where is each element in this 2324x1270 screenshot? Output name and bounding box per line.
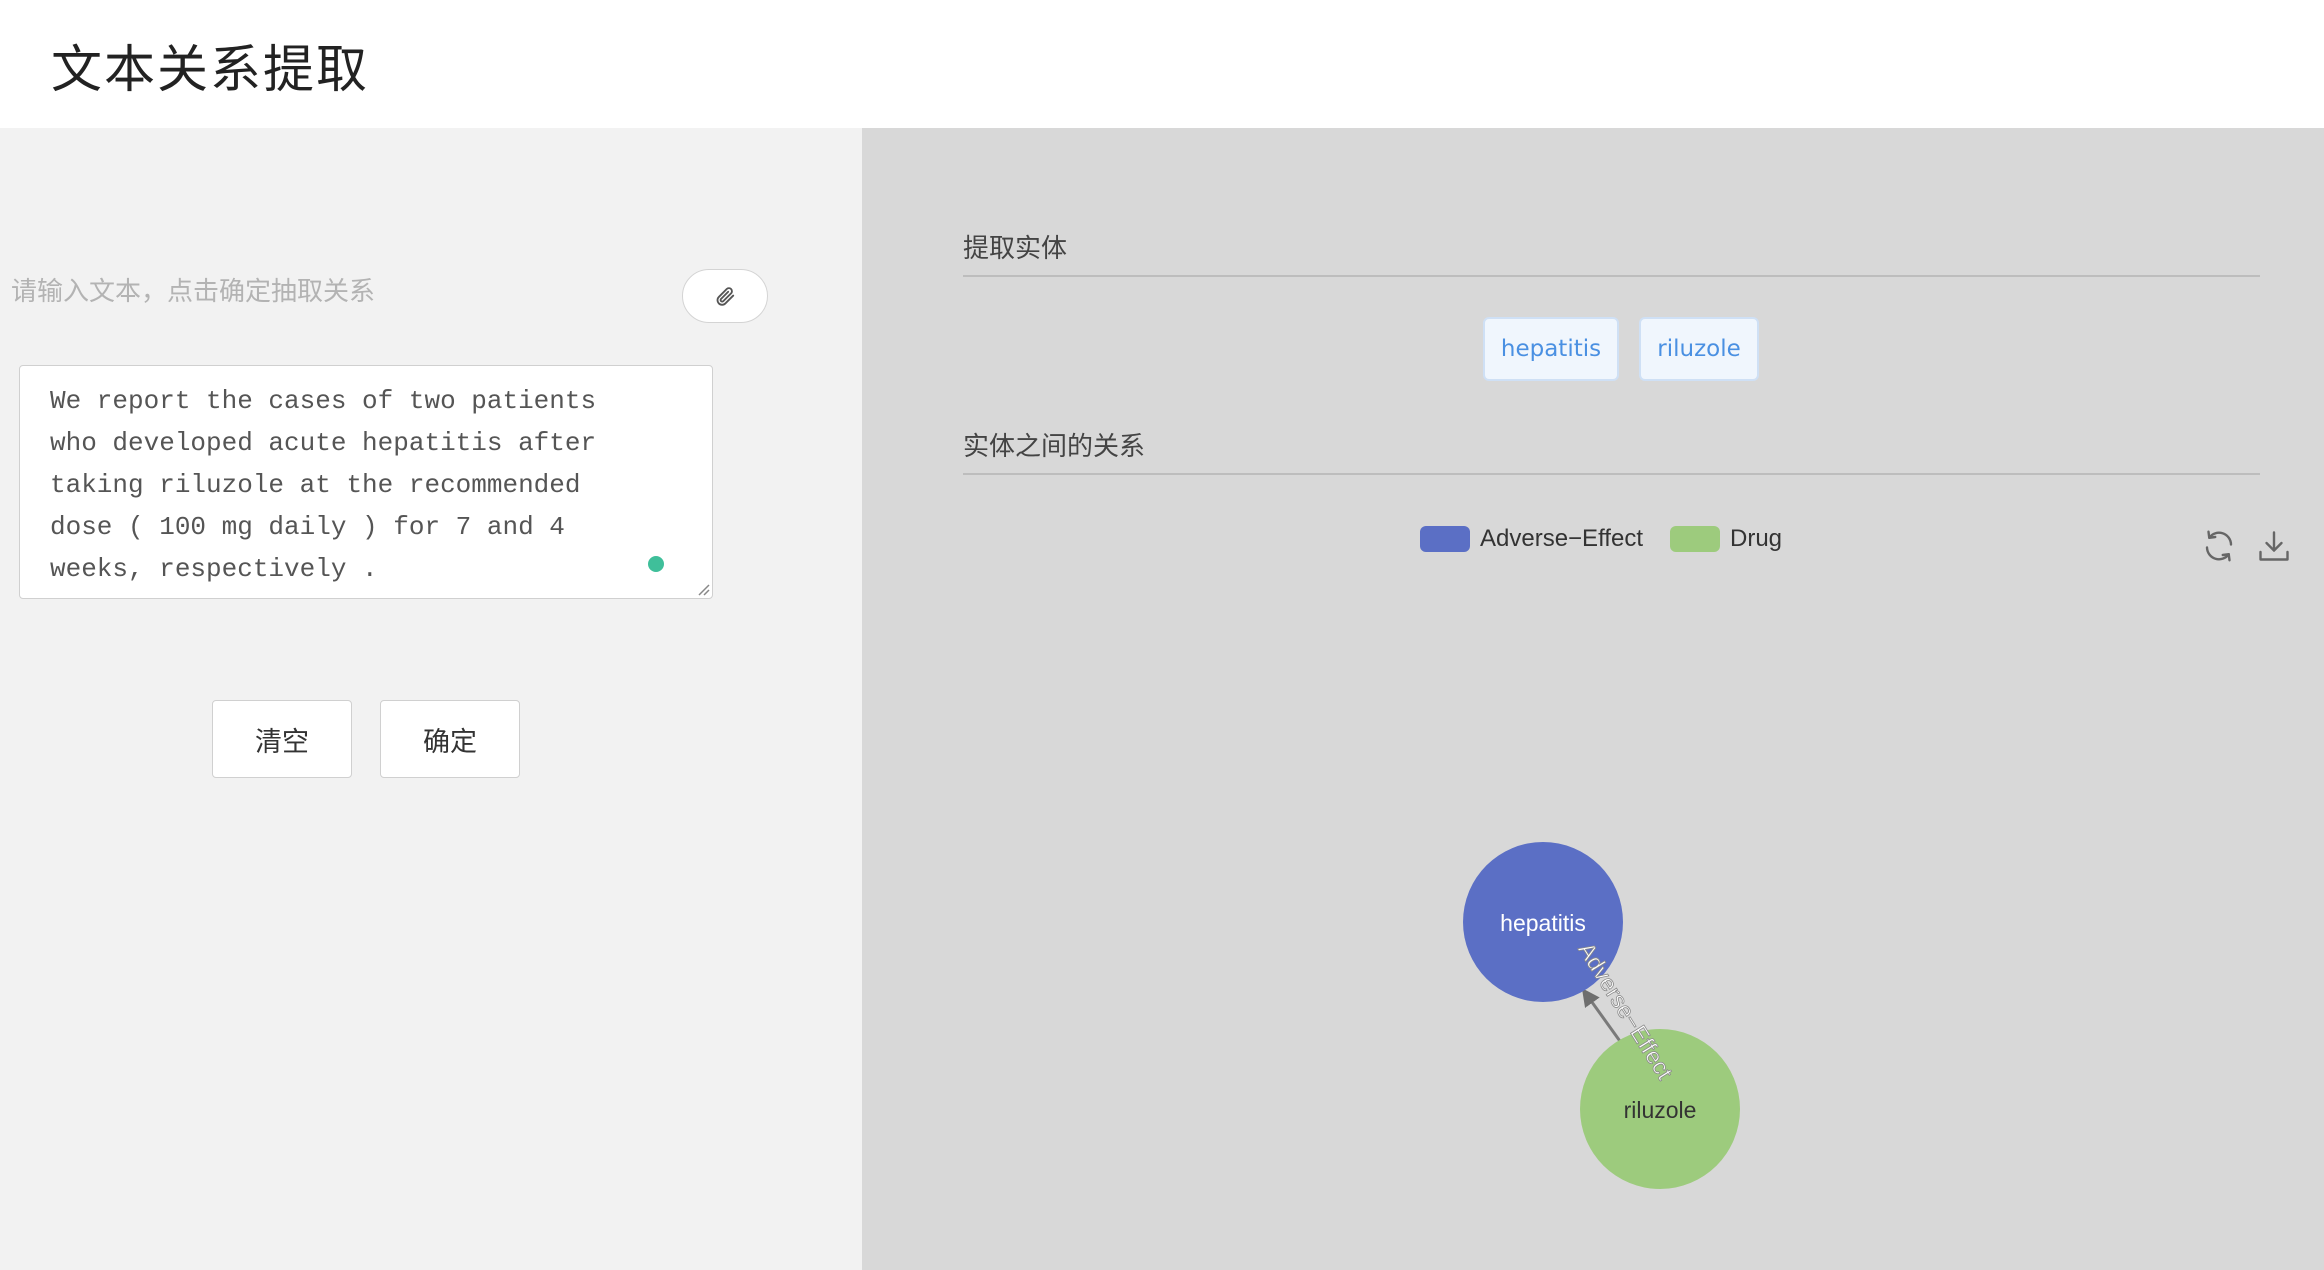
legend-swatch-drug	[1670, 526, 1720, 552]
refresh-icon[interactable]	[2201, 528, 2237, 564]
entity-tag-hepatitis[interactable]: hepatitis	[1483, 317, 1619, 381]
legend-label-adverse-effect: Adverse−Effect	[1480, 525, 1643, 552]
resize-handle-icon[interactable]	[696, 582, 710, 596]
legend-swatch-adverse-effect	[1420, 526, 1470, 552]
input-prompt: 请输入文本，点击确定抽取关系	[11, 277, 376, 307]
text-input-area[interactable]: We report the cases of two patients who …	[19, 365, 713, 599]
app-title: 文本关系提取	[51, 41, 370, 100]
legend-item-adverse-effect[interactable]: Adverse−Effect	[1420, 525, 1643, 553]
download-icon[interactable]	[2256, 528, 2292, 564]
confirm-button[interactable]: 确定	[380, 700, 520, 778]
attach-file-button[interactable]	[682, 269, 768, 323]
text-input-value[interactable]: We report the cases of two patients who …	[50, 380, 682, 590]
relations-divider	[963, 473, 2260, 475]
relations-section-title: 实体之间的关系	[963, 432, 1146, 462]
paperclip-icon	[716, 287, 735, 306]
entities-section-title: 提取实体	[963, 234, 1068, 264]
clear-button[interactable]: 清空	[212, 700, 352, 778]
app-header: 文本关系提取	[0, 0, 2324, 128]
status-dot	[648, 556, 664, 572]
graph-node-riluzole[interactable]	[1580, 1029, 1740, 1189]
entity-tag-riluzole[interactable]: riluzole	[1639, 317, 1759, 381]
legend-item-drug[interactable]: Drug	[1670, 525, 1782, 553]
input-panel: 请输入文本，点击确定抽取关系 We report the cases of tw…	[0, 128, 862, 1270]
legend-label-drug: Drug	[1730, 525, 1783, 552]
entities-divider	[963, 275, 2260, 277]
graph-node-hepatitis[interactable]	[1463, 842, 1623, 1002]
